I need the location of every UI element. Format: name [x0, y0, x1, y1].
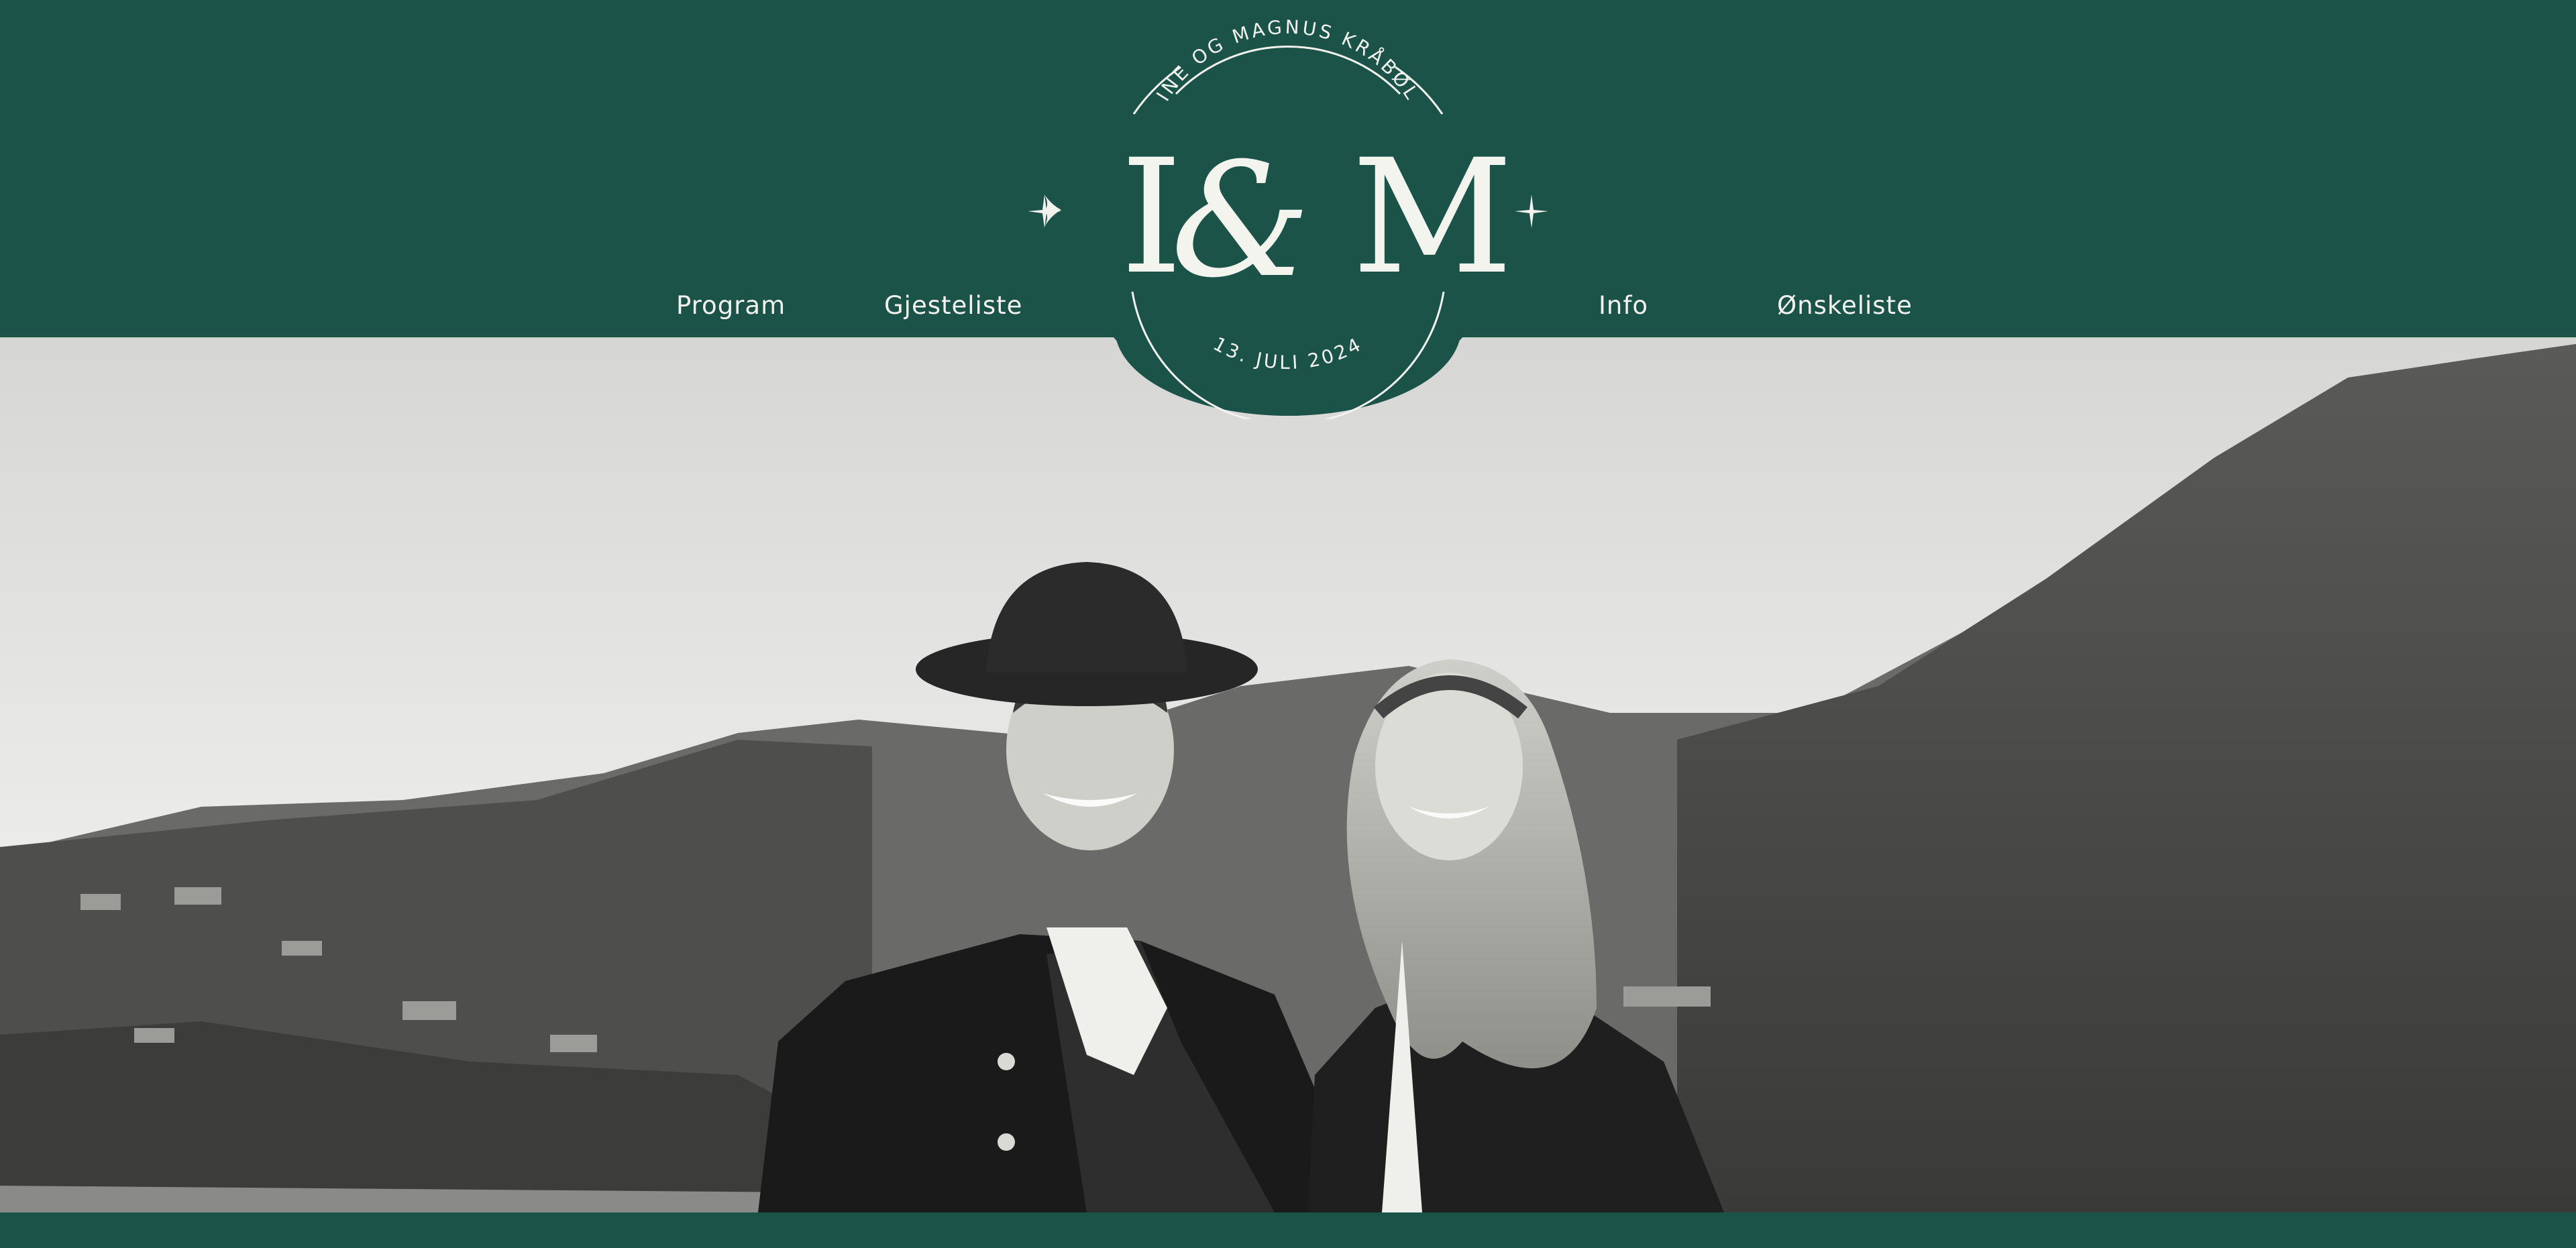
- monogram-ampersand: &: [1171, 129, 1311, 313]
- nav-link-program[interactable]: Program: [676, 290, 786, 322]
- sparkle-right-icon: [1515, 194, 1548, 228]
- nav-link-gjesteliste[interactable]: Gjesteliste: [884, 290, 1022, 322]
- monogram-emblem: INE OG MAGNUS KRÅBØL I & M 13. JULI 2024: [1028, 16, 1548, 419]
- nav-link-info[interactable]: Info: [1599, 290, 1648, 322]
- sparkle-left-icon: [1028, 194, 1061, 228]
- monogram-right: M: [1352, 126, 1513, 309]
- logo-names: INE OG MAGNUS KRÅBØL: [1152, 16, 1424, 105]
- nav-link-onskeliste[interactable]: Ønskeliste: [1777, 290, 1913, 322]
- footer-band: [0, 1212, 2576, 1248]
- hero-photo: [0, 337, 2576, 1212]
- hero-photo-illustration: [0, 337, 2576, 1212]
- site-logo[interactable]: INE OG MAGNUS KRÅBØL I & M 13. JULI 2024: [1020, 0, 1556, 419]
